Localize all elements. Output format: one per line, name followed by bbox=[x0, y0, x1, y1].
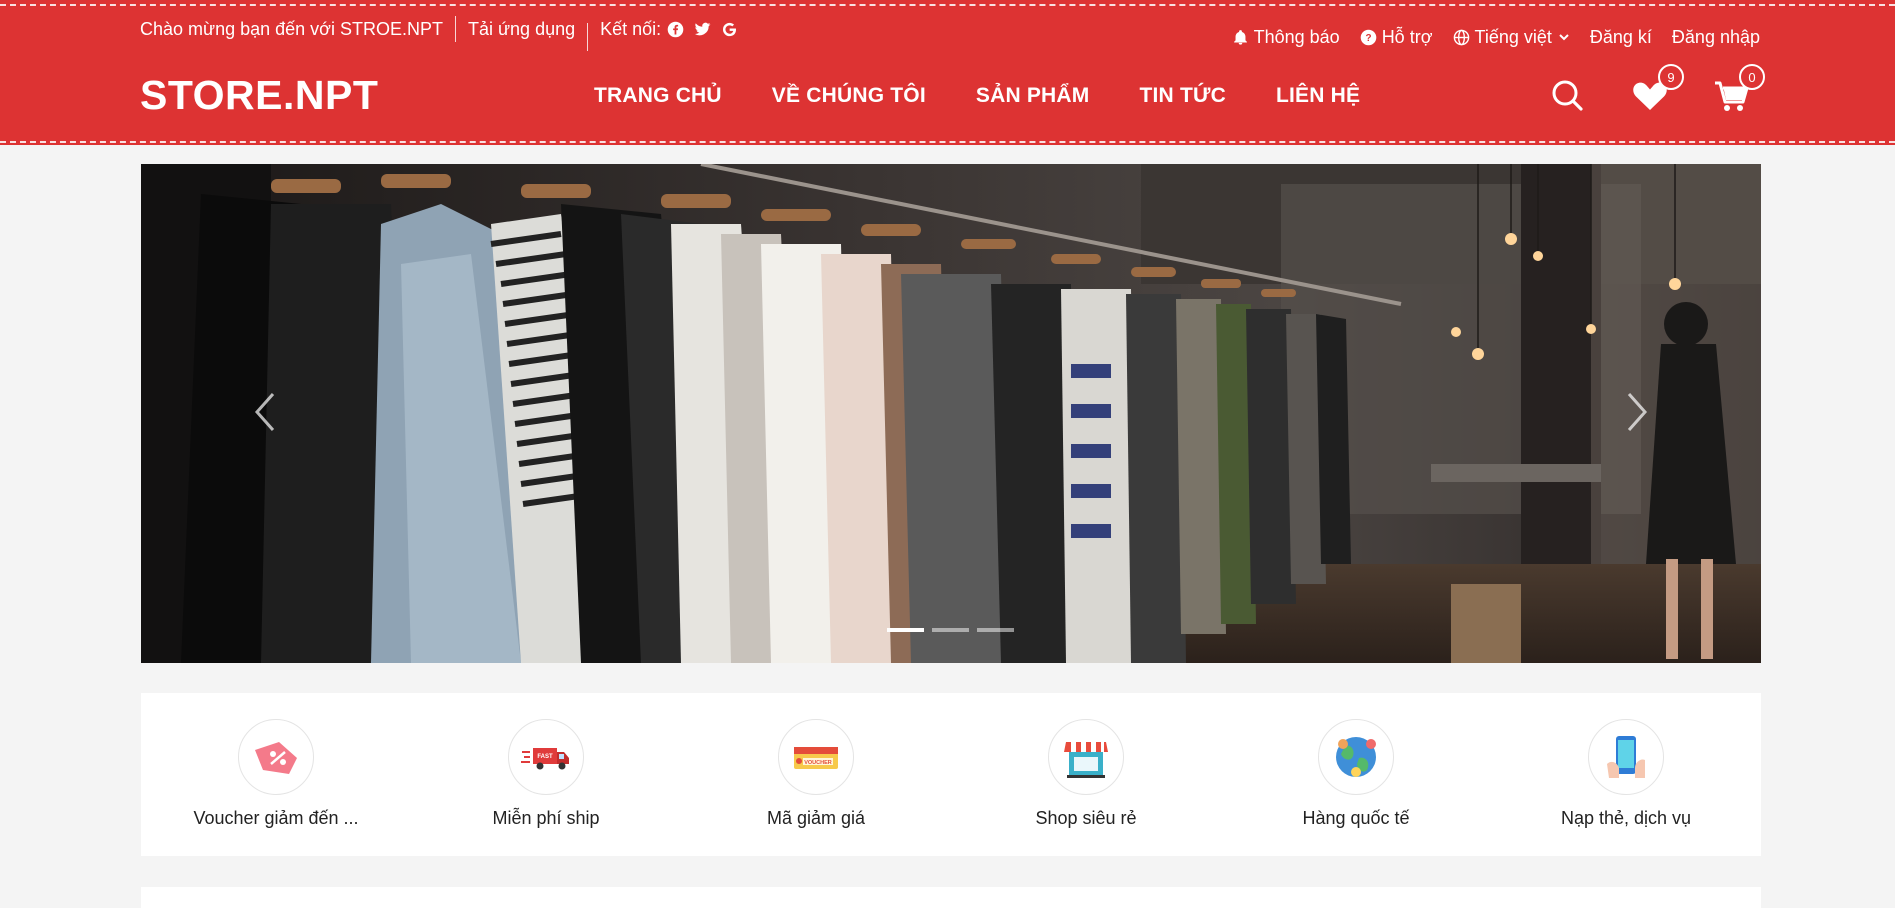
nav-contact[interactable]: LIÊN HỆ bbox=[1276, 84, 1360, 108]
svg-text:VOUCHER: VOUCHER bbox=[804, 760, 832, 766]
category-item-cheap-shop[interactable]: Shop siêu rẻ bbox=[951, 693, 1221, 856]
twitter-icon[interactable] bbox=[694, 21, 711, 38]
social-links bbox=[667, 21, 738, 38]
category-label: Mã giảm giá bbox=[766, 808, 866, 828]
header-top-divider bbox=[0, 4, 1895, 6]
header-bottom-divider bbox=[0, 141, 1895, 143]
topbar-right: Thông báo ? Hỗ trợ Tiếng việt Đăng kí Đă… bbox=[1212, 24, 1760, 50]
language-label: Tiếng việt bbox=[1474, 26, 1552, 47]
bell-icon bbox=[1233, 29, 1247, 45]
banner-indicator[interactable] bbox=[932, 628, 969, 632]
category-item-discount-code[interactable]: VOUCHER Mã giảm giá bbox=[681, 693, 951, 856]
notifications-label: Thông báo bbox=[1253, 26, 1340, 47]
connect-label: Kết nối: bbox=[600, 18, 662, 39]
banner-indicators bbox=[887, 628, 1014, 632]
register-link[interactable]: Đăng kí bbox=[1590, 27, 1652, 48]
category-item-topup[interactable]: Nạp thẻ, dịch vụ bbox=[1491, 693, 1761, 856]
banner-prev-arrow[interactable] bbox=[251, 390, 281, 434]
help-icon: ? bbox=[1360, 29, 1376, 45]
voucher-ticket-icon: VOUCHER bbox=[778, 719, 854, 795]
welcome-text: Chào mừng bạn đến với STROE.NPT bbox=[140, 18, 443, 39]
main-nav: TRANG CHỦ VỀ CHÚNG TÔI SẢN PHẨM TIN TỨC … bbox=[594, 84, 1410, 108]
search-button[interactable] bbox=[1548, 76, 1588, 116]
google-icon[interactable] bbox=[721, 21, 738, 38]
support-label: Hỗ trợ bbox=[1381, 26, 1433, 47]
category-label: Miễn phí ship bbox=[492, 808, 600, 828]
category-item-voucher[interactable]: Voucher giảm đến ... bbox=[141, 693, 411, 856]
notifications-link[interactable]: Thông báo bbox=[1232, 27, 1340, 48]
nav-about[interactable]: VỀ CHÚNG TÔI bbox=[772, 84, 926, 108]
banner-next-arrow[interactable] bbox=[1621, 390, 1651, 434]
facebook-icon[interactable] bbox=[667, 21, 684, 38]
wishlist-button[interactable]: 9 bbox=[1630, 64, 1684, 116]
hero-banner bbox=[141, 164, 1761, 663]
support-link[interactable]: ? Hỗ trợ bbox=[1360, 27, 1433, 48]
search-icon bbox=[1552, 80, 1583, 111]
language-selector[interactable]: Tiếng việt bbox=[1453, 27, 1570, 48]
phone-topup-icon bbox=[1588, 719, 1664, 795]
divider bbox=[454, 16, 456, 42]
login-link[interactable]: Đăng nhập bbox=[1672, 27, 1760, 48]
svg-text:FAST: FAST bbox=[537, 754, 553, 760]
svg-text:?: ? bbox=[1365, 33, 1371, 44]
cart-button[interactable]: 0 bbox=[1711, 64, 1765, 116]
category-label: Hàng quốc tế bbox=[1302, 808, 1410, 828]
globe-icon bbox=[1318, 719, 1394, 795]
voucher-tag-icon bbox=[238, 719, 314, 795]
content-panel bbox=[141, 887, 1761, 908]
site-logo[interactable]: STORE.NPT bbox=[140, 72, 378, 119]
topbar-left: Chào mừng bạn đến với STROE.NPT Tải ứng … bbox=[140, 16, 738, 51]
category-item-free-ship[interactable]: FAST Miễn phí ship bbox=[411, 693, 681, 856]
download-app-link[interactable]: Tải ứng dụng bbox=[468, 19, 575, 40]
chevron-left-icon bbox=[254, 393, 275, 431]
site-header: Chào mừng bạn đến với STROE.NPT Tải ứng … bbox=[0, 0, 1895, 145]
nav-home[interactable]: TRANG CHỦ bbox=[594, 84, 722, 108]
chevron-right-icon bbox=[1627, 393, 1648, 431]
shop-icon bbox=[1048, 719, 1124, 795]
nav-products[interactable]: SẢN PHẨM bbox=[976, 84, 1090, 108]
divider bbox=[587, 23, 589, 51]
category-label: Nạp thẻ, dịch vụ bbox=[1560, 808, 1692, 828]
banner-indicator[interactable] bbox=[977, 628, 1014, 632]
nav-news[interactable]: TIN TỨC bbox=[1139, 84, 1225, 108]
wishlist-count-badge: 9 bbox=[1658, 64, 1684, 90]
cart-count-badge: 0 bbox=[1739, 64, 1765, 90]
category-label: Shop siêu rẻ bbox=[1035, 808, 1137, 828]
clothing-rack-photo bbox=[141, 164, 1761, 663]
fast-truck-icon: FAST bbox=[508, 719, 584, 795]
banner-indicator[interactable] bbox=[887, 628, 924, 632]
category-shortcuts: Voucher giảm đến ... FAST Miễn phí ship … bbox=[141, 693, 1761, 856]
category-label: Voucher giảm đến ... bbox=[193, 808, 359, 828]
chevron-down-icon bbox=[1559, 34, 1569, 41]
globe-icon bbox=[1453, 29, 1469, 45]
category-item-international[interactable]: Hàng quốc tế bbox=[1221, 693, 1491, 856]
